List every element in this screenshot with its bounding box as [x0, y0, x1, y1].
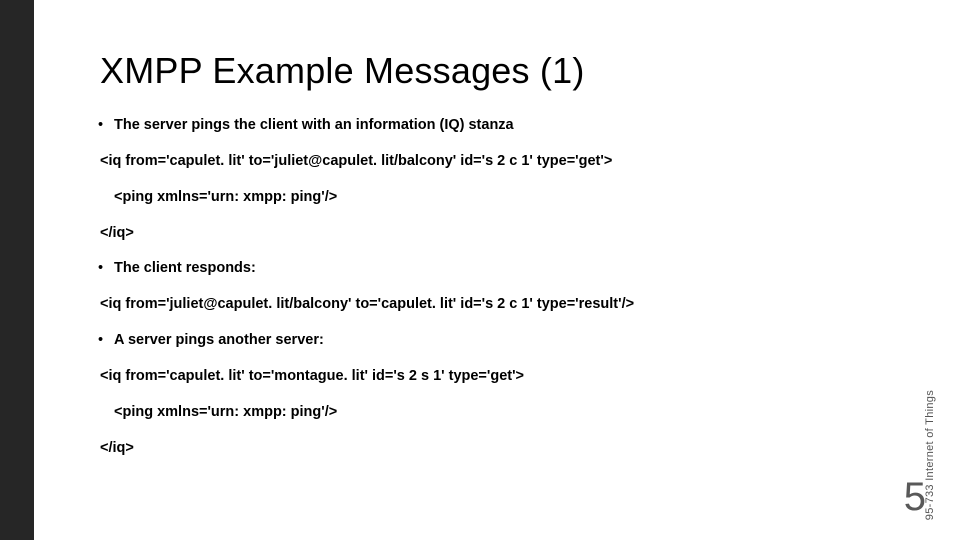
- body-line: </iq>: [100, 224, 900, 243]
- body-line: <ping xmlns='urn: xmpp: ping'/>: [100, 188, 900, 207]
- body-line: <iq from='juliet@capulet. lit/balcony' t…: [100, 295, 900, 314]
- slide-content: XMPP Example Messages (1) The server pin…: [100, 50, 900, 474]
- body-line: <ping xmlns='urn: xmpp: ping'/>: [100, 403, 900, 422]
- body-line: The server pings the client with an info…: [100, 116, 900, 135]
- slide-title: XMPP Example Messages (1): [100, 50, 900, 92]
- body-line: <iq from='capulet. lit' to='montague. li…: [100, 367, 900, 386]
- slide: XMPP Example Messages (1) The server pin…: [0, 0, 960, 540]
- body-line: </iq>: [100, 439, 900, 458]
- body-line: The client responds:: [100, 259, 900, 278]
- body-line: A server pings another server:: [100, 331, 900, 350]
- left-accent-bar: [0, 0, 34, 540]
- body-line: <iq from='capulet. lit' to='juliet@capul…: [100, 152, 900, 171]
- page-number: 5: [904, 475, 926, 520]
